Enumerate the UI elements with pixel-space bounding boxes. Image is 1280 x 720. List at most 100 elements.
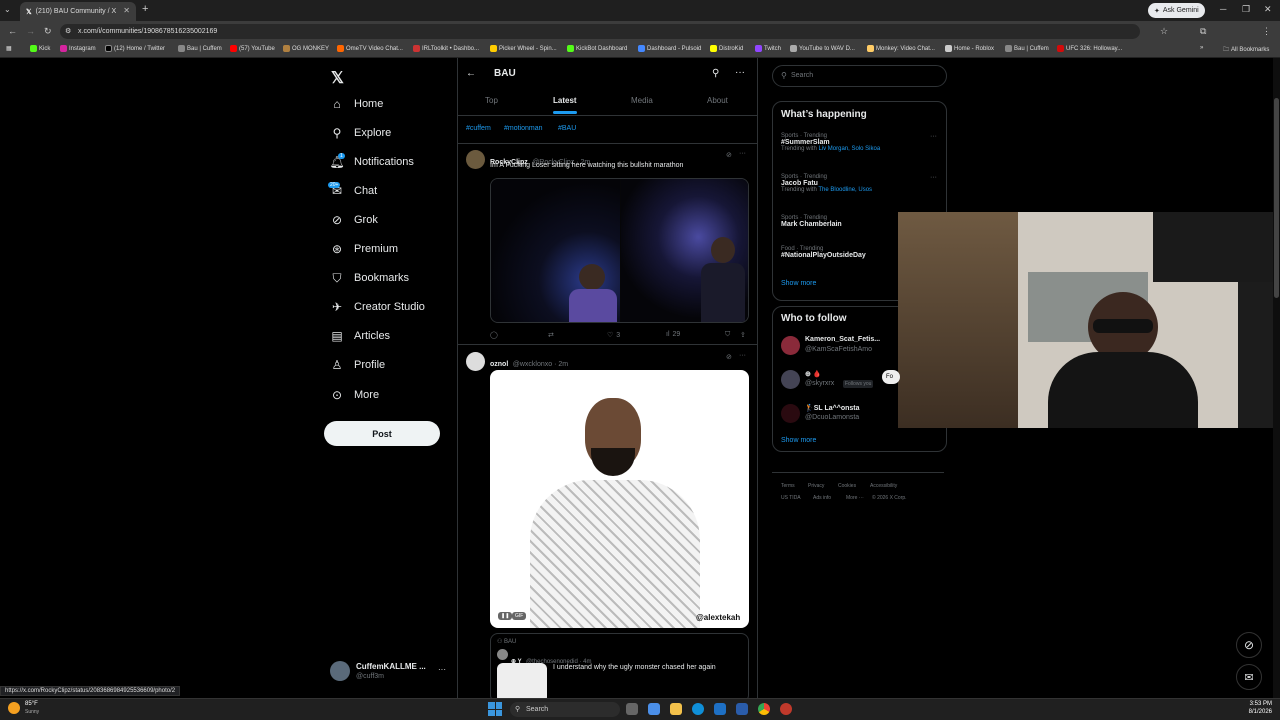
bookmark-pulsoid[interactable]: Dashboard - Pulsoid (638, 45, 701, 52)
nav-more[interactable]: ⊙ More (330, 388, 379, 402)
bookmark-button[interactable]: ⛉ (725, 331, 730, 339)
tweet-more-icon[interactable]: ··· (739, 150, 746, 157)
trend-item[interactable]: Sports · Trending Mark Chamberlain (781, 215, 842, 228)
trend-item[interactable]: Sports · Trending #SummerSlam Trending w… (781, 133, 880, 152)
reload-icon[interactable]: ↻ (44, 26, 52, 37)
follow-button[interactable]: Fo (882, 370, 900, 384)
bookmark-irltoolkit[interactable]: IRLToolkit • Dashbo... (413, 45, 479, 52)
footer-terms[interactable]: Terms (781, 483, 795, 489)
back-arrow-icon[interactable]: ← (466, 68, 476, 79)
back-icon[interactable]: ← (8, 26, 17, 36)
extensions-icon[interactable]: ⧉ (1200, 26, 1206, 37)
tab-media[interactable]: Media (631, 96, 653, 105)
task-view-icon[interactable] (626, 703, 638, 715)
hashtag-motionman[interactable]: #motionman (504, 125, 543, 132)
clock-date[interactable]: 8/1/2026 (1236, 709, 1272, 715)
copilot-icon[interactable] (648, 703, 660, 715)
bookmark-roblox[interactable]: Home - Roblox (945, 45, 994, 52)
bookmark-kickbot[interactable]: KickBot Dashboard (567, 45, 627, 52)
tweet-photo-2[interactable] (621, 179, 748, 322)
bookmark-twitter[interactable]: (12) Home / Twitter (105, 45, 165, 52)
star-icon[interactable]: ☆ (1160, 26, 1168, 37)
bookmark-youtube-wav[interactable]: YouTube to WAV D... (790, 45, 855, 52)
apps-icon[interactable]: ▦ (6, 45, 12, 52)
nav-bookmarks[interactable]: ⛉ Bookmarks (330, 271, 409, 285)
tweet-gif[interactable]: ❚❚ GIF @alextekah (490, 370, 749, 628)
grok-icon[interactable]: ⊘ (726, 151, 732, 159)
mail-icon[interactable] (736, 703, 748, 715)
browser-tab-active[interactable]: 𝕏 (210) BAU Community / X ✕ (20, 2, 136, 21)
bookmark-ometv[interactable]: OmeTV Video Chat... (337, 45, 403, 52)
reply-button[interactable]: ◯ (490, 331, 498, 339)
tweet-author-name[interactable]: oznol (490, 361, 508, 368)
tweet-media-grid[interactable] (490, 178, 749, 323)
maximize-icon[interactable]: ❐ (1242, 4, 1250, 15)
tab-search-icon[interactable]: ⌄ (4, 5, 11, 14)
menu-dots-icon[interactable]: ⋮ (1262, 26, 1271, 37)
taskbar-search[interactable]: ⚲ Search (510, 702, 620, 717)
footer-accessibility[interactable]: Accessibility (870, 483, 897, 489)
nav-grok[interactable]: ⊘ Grok (330, 213, 378, 227)
bookmark-twitch[interactable]: Twitch (755, 45, 781, 52)
quoted-tweet[interactable]: ⚇ BAU ⊕ Y @thechosenonedid · 4m I unders… (490, 633, 749, 698)
footer-us-tida[interactable]: US TIDA (781, 495, 801, 501)
pause-icon[interactable]: ❚❚ (498, 612, 513, 620)
nav-creator-studio[interactable]: ✈ Creator Studio (330, 300, 425, 314)
forward-icon[interactable]: → (26, 26, 35, 36)
more-dots-icon[interactable]: ··· (735, 67, 745, 78)
close-tab-icon[interactable]: ✕ (123, 6, 130, 15)
tweet-author-handle[interactable]: @wxcklonxo · 2m (513, 361, 568, 368)
messages-float-button[interactable]: ✉ (1236, 664, 1262, 690)
account-more-icon[interactable]: ··· (438, 665, 446, 674)
bookmarks-overflow-icon[interactable]: » (1200, 45, 1203, 51)
scrollbar-thumb[interactable] (1274, 98, 1279, 298)
footer-more[interactable]: More ··· (846, 495, 864, 501)
repost-button[interactable]: ⇄ (548, 331, 554, 339)
tab-latest[interactable]: Latest (553, 96, 577, 105)
file-explorer-icon[interactable] (670, 703, 682, 715)
trend-more-icon[interactable]: ··· (930, 133, 937, 140)
chrome-icon[interactable] (758, 703, 770, 715)
avatar[interactable] (466, 150, 485, 169)
footer-cookies[interactable]: Cookies (838, 483, 856, 489)
trend-item[interactable]: Sports · Trending Jacob Fatu Trending wi… (781, 174, 872, 193)
bookmark-kick[interactable]: Kick (30, 45, 50, 52)
bookmark-distrokid[interactable]: DistroKid (710, 45, 743, 52)
windows-start-icon[interactable] (488, 702, 502, 716)
avatar[interactable] (466, 352, 485, 371)
quote-thumbnail[interactable] (497, 663, 547, 698)
bookmark-ufc[interactable]: UFC 326: Holloway... (1057, 45, 1122, 52)
show-more-link[interactable]: Show more (781, 280, 816, 287)
hashtag-bau[interactable]: #BAU (558, 125, 576, 132)
edge-icon[interactable] (692, 703, 704, 715)
app-icon[interactable] (780, 703, 792, 715)
bookmark-bau-cuffem-2[interactable]: Bau | Cuffem (1005, 45, 1049, 52)
bookmark-bau-cuffem[interactable]: Bau | Cuffem (178, 45, 222, 52)
bookmark-picker-wheel[interactable]: Picker Wheel - Spin... (490, 45, 557, 52)
share-button[interactable]: ⇪ (740, 331, 746, 339)
nav-home[interactable]: ⌂ Home (330, 97, 383, 111)
weather-icon[interactable] (8, 702, 20, 714)
views-button[interactable]: ıl 29 (666, 331, 680, 338)
x-logo-icon[interactable]: 𝕏 (331, 68, 344, 88)
tab-top[interactable]: Top (485, 96, 498, 105)
trend-item[interactable]: Food · Trending #NationalPlayOutsideDay (781, 246, 866, 259)
bookmark-monkey[interactable]: Monkey: Video Chat... (867, 45, 935, 52)
nav-articles[interactable]: ▤ Articles (330, 329, 390, 343)
footer-privacy[interactable]: Privacy (808, 483, 824, 489)
close-window-icon[interactable]: ✕ (1264, 4, 1272, 15)
footer-ads-info[interactable]: Ads info (813, 495, 831, 501)
grok-float-button[interactable]: ⊘ (1236, 632, 1262, 658)
show-more-link[interactable]: Show more (781, 437, 816, 444)
url-field[interactable]: ⚙ x.com/i/communities/190867851623500216… (60, 24, 1140, 39)
hashtag-cuffem[interactable]: #cuffem (466, 125, 491, 132)
site-info-icon[interactable]: ⚙ (65, 24, 71, 39)
clock-time[interactable]: 3:53 PM (1236, 701, 1272, 707)
bookmark-instagram[interactable]: Instagram (60, 45, 96, 52)
all-bookmarks[interactable]: 🗀 All Bookmarks (1223, 45, 1269, 55)
nav-profile[interactable]: ♙ Profile (330, 358, 386, 372)
tweet-photo-1[interactable] (491, 179, 620, 322)
tweet-more-icon[interactable]: ··· (739, 352, 746, 359)
minimize-icon[interactable]: ─ (1220, 4, 1226, 14)
nav-explore[interactable]: ⚲ Explore (330, 126, 392, 140)
